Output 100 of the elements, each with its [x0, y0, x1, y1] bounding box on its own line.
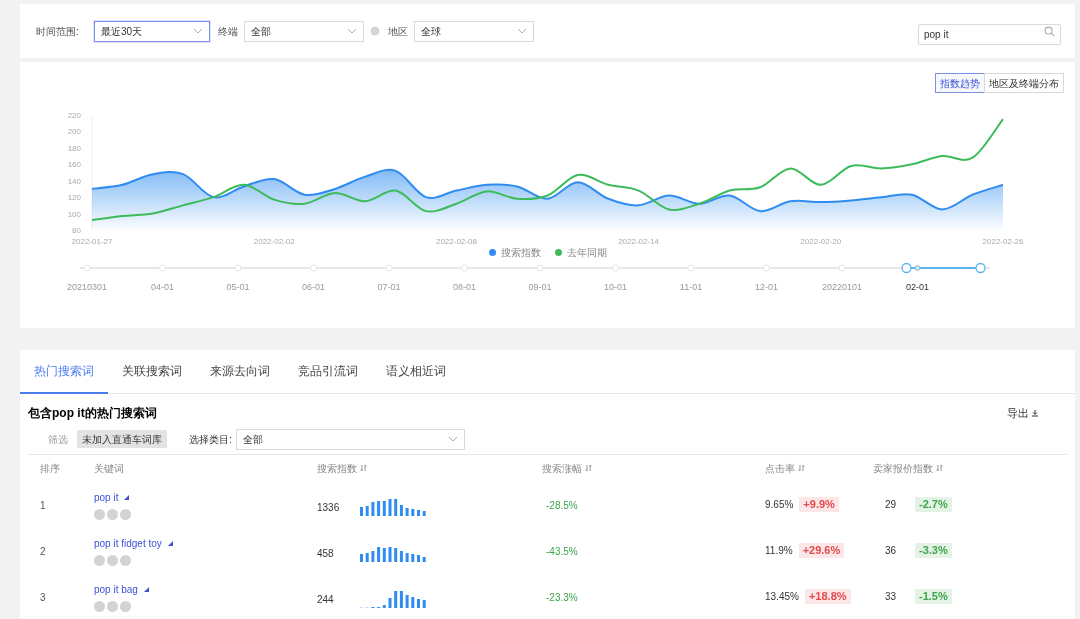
timeline-label: 04-01 [151, 282, 174, 292]
sparkline-bar [365, 506, 369, 516]
timeline-dot [234, 264, 242, 272]
tag-icon[interactable] [120, 601, 131, 612]
ctr-cell-text: 13.45% [765, 589, 799, 604]
axis-label: 2022-02-26 [982, 237, 1024, 246]
sort-icon[interactable] [936, 464, 943, 472]
tag-icon[interactable] [120, 555, 131, 566]
chevron-icon [193, 28, 203, 34]
tab[interactable]: 关联搜索词 [108, 350, 196, 394]
column-header: 点击率 [765, 461, 795, 476]
rank-cell: 1 [40, 500, 46, 511]
column-header: 搜索指数 [317, 461, 357, 476]
sort-icon[interactable] [585, 464, 592, 472]
timeline-dot [385, 264, 393, 272]
axis-label: 200 [67, 127, 81, 137]
triangle-icon [167, 541, 173, 546]
tag-icon[interactable] [94, 601, 105, 612]
sparkline-bar [388, 598, 392, 608]
axis-label: 120 [67, 193, 81, 203]
sort-icon[interactable] [798, 464, 805, 472]
view-toggle-button[interactable]: 指数趋势 [935, 73, 985, 93]
axis-label: 180 [67, 143, 81, 153]
axis-label: 160 [67, 160, 81, 170]
change-badge: +9.9% [799, 496, 839, 512]
axis-label: 2022-02-08 [435, 237, 477, 246]
ctr-cell-text: 9.65% [765, 497, 794, 512]
tab[interactable]: 语义相近词 [372, 350, 460, 394]
change-badge: -2.7% [915, 496, 952, 512]
tag-icon[interactable] [94, 555, 105, 566]
timeline-dot [83, 264, 91, 272]
keyword-link[interactable]: pop it bag [94, 582, 138, 597]
export-link[interactable]: 导出 [1007, 404, 1029, 422]
legend-label: 去年同期 [566, 245, 607, 260]
sparkline-bar [422, 600, 426, 608]
filter-label: 终端 [218, 24, 238, 39]
timeline-dot [159, 264, 166, 272]
axis-label: 2022-02-02 [253, 237, 295, 246]
keyword-link[interactable]: pop it fidget toy [94, 536, 162, 551]
growth-cell: -43.5% [546, 546, 578, 557]
sparkline-bar [365, 553, 369, 562]
sparkline-bar [422, 511, 426, 516]
column-header: 关键词 [94, 461, 124, 476]
sparkline-bar [388, 547, 392, 562]
tag-icon[interactable] [120, 509, 131, 520]
chevron-icon [517, 28, 527, 34]
timeline-label: 07-01 [377, 282, 401, 292]
change-badge: +29.6% [798, 542, 845, 558]
timeline-dot [461, 264, 468, 272]
tab[interactable]: 来源去向词 [196, 350, 284, 394]
sparkline-bar [411, 597, 415, 608]
range-slider[interactable] [901, 262, 986, 274]
select-field[interactable]: 全部 [244, 20, 364, 42]
timeline-dot [838, 264, 846, 272]
filter-label: 时间范围: [36, 24, 80, 39]
keyword-link[interactable]: pop it [94, 490, 119, 505]
sparkline-bar [411, 509, 415, 516]
chevron-icon [447, 436, 458, 442]
filter-label: 地区 [388, 24, 408, 39]
filter-label: 筛选 [48, 432, 69, 447]
axis-label: 100 [67, 209, 81, 219]
select-field[interactable]: 最近30天 [94, 20, 210, 42]
triangle-icon [124, 495, 130, 500]
sparkline-bar [417, 599, 420, 608]
filter-chip[interactable]: 未加入直通车词库 [77, 430, 167, 448]
axis-label: 80 [72, 226, 81, 235]
timeline-label: 02-01 [906, 282, 929, 292]
tag-icon[interactable] [94, 509, 105, 520]
chevron-icon [347, 28, 357, 34]
growth-cell: -28.5% [546, 500, 578, 511]
sparkline-bar [371, 551, 375, 562]
rank-cell: 3 [40, 592, 46, 603]
sort-icon[interactable] [360, 464, 367, 472]
timeline-label: 20210301 [67, 282, 107, 292]
sparkline-bar [360, 554, 363, 562]
column-header: 卖家报价指数 [873, 461, 933, 476]
tag-icon[interactable] [107, 601, 118, 612]
search-icon[interactable] [1044, 25, 1055, 37]
category-label: 选择类目: [189, 432, 232, 447]
change-badge: -3.3% [915, 542, 952, 558]
sparkline-bar [388, 499, 392, 516]
axis-label: 2022-02-20 [800, 237, 842, 246]
view-toggle-button[interactable]: 地区及终端分布 [984, 73, 1064, 93]
timeline-label: 05-01 [226, 282, 250, 292]
category-select[interactable]: 全部 [235, 428, 465, 450]
search-field[interactable]: pop it [918, 23, 1061, 45]
triangle-icon [143, 587, 149, 592]
tag-icon[interactable] [107, 555, 118, 566]
section-title: 包含pop it的热门搜索词 [28, 405, 157, 422]
select-field[interactable]: 全球 [414, 20, 534, 42]
sparkline-bar [371, 607, 375, 608]
axis-label: 2022-01-27 [71, 237, 113, 246]
tab[interactable]: 竞品引流词 [284, 350, 372, 394]
timeline-label: 06-01 [302, 282, 325, 292]
seller-index-cell-text: 36 [885, 543, 898, 558]
timeline-dot [310, 264, 317, 272]
tag-icon[interactable] [107, 509, 118, 520]
timeline-dot [763, 264, 770, 272]
tab[interactable]: 热门搜索词 [20, 350, 108, 394]
timeline-label: 10-01 [604, 282, 627, 292]
